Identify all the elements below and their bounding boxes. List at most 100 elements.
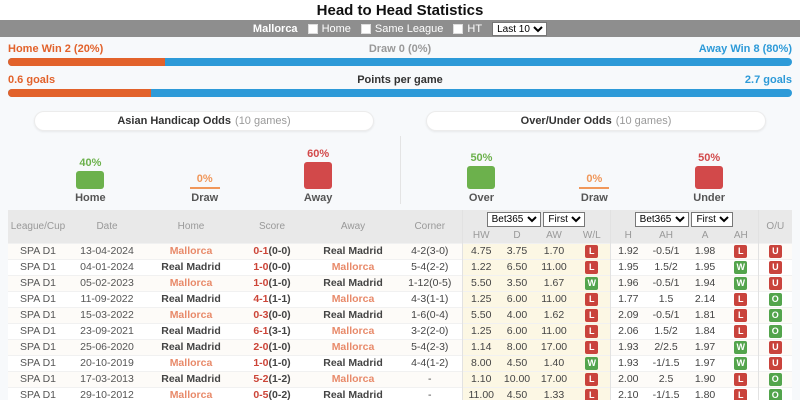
ah-line: -1/1.5 — [646, 355, 686, 371]
ah-result-cell: L — [724, 243, 758, 259]
over-under-cell: O — [758, 307, 792, 323]
home-win-odds: 5.50 — [462, 307, 500, 323]
bar-label: Over — [469, 192, 494, 204]
result-badge-l: L — [585, 309, 598, 322]
bar-over: 50%Over — [467, 152, 495, 204]
draw-odds: 4.00 — [500, 307, 534, 323]
points-per-game-label: Points per game — [269, 74, 530, 86]
home-goals-fill — [8, 89, 151, 97]
result-badge-l: L — [734, 293, 747, 306]
home-team-cell: Mallorca — [146, 243, 236, 259]
date-cell: 05-02-2023 — [68, 275, 146, 291]
home-team-cell: Mallorca — [146, 387, 236, 400]
ah-line: -0.5/1 — [646, 275, 686, 291]
fulltime-score: 6-1 — [253, 325, 268, 337]
draw-odds: 6.00 — [500, 291, 534, 307]
bar-label: Under — [693, 192, 725, 204]
match-row: SPA D111-09-2022Real Madrid4-1(1-1)Mallo… — [8, 291, 792, 307]
corner-cell: 4-3(1-1) — [398, 291, 462, 307]
date-cell: 23-09-2021 — [68, 323, 146, 339]
date-cell: 17-03-2013 — [68, 371, 146, 387]
odds-bookmaker-select[interactable]: Bet365 — [487, 212, 541, 227]
col-aw: AW — [534, 229, 574, 243]
bar-away: 60%Away — [304, 148, 333, 204]
ah-home-odds: 1.93 — [610, 339, 646, 355]
draw-odds: 8.00 — [500, 339, 534, 355]
checkbox-box[interactable] — [308, 24, 318, 34]
away-win-odds: 11.00 — [534, 291, 574, 307]
ah-home-odds: 2.00 — [610, 371, 646, 387]
result-badge-u: U — [769, 357, 782, 370]
date-cell: 25-06-2020 — [68, 339, 146, 355]
ah-bookmaker-select[interactable]: Bet365 — [635, 212, 689, 227]
away-team-cell: Real Madrid — [308, 355, 398, 371]
ah-home-odds: 1.93 — [610, 355, 646, 371]
col-date: Date — [68, 210, 146, 243]
halftime-score: (0-0) — [269, 261, 291, 273]
win-draw-away-labels: Home Win 2 (20%) Draw 0 (0%) Away Win 8 … — [8, 43, 792, 55]
halftime-score: (1-2) — [269, 373, 291, 385]
ah-away-odds: 1.98 — [686, 243, 724, 259]
away-win-odds: 1.33 — [534, 387, 574, 400]
home-team-cell: Mallorca — [146, 355, 236, 371]
last-10-select[interactable]: Last 10 — [492, 22, 547, 36]
league-cell: SPA D1 — [8, 355, 68, 371]
ah-result-cell: L — [724, 323, 758, 339]
over-under-odds-button[interactable]: Over/Under Odds (10 games) — [426, 111, 766, 131]
checkbox-home[interactable]: Home — [308, 23, 351, 35]
checkbox-same-league[interactable]: Same League — [361, 23, 444, 35]
ah-period-select[interactable]: First — [691, 212, 733, 227]
filter-checkboxes: Home Same League HT — [308, 23, 483, 35]
result-badge-l: L — [734, 309, 747, 322]
checkbox-box[interactable] — [361, 24, 371, 34]
match-row: SPA D117-03-2013Real Madrid5-2(1-2)Mallo… — [8, 371, 792, 387]
draw-odds: 4.50 — [500, 387, 534, 400]
points-ratio-bar — [8, 89, 792, 97]
home-team-cell: Real Madrid — [146, 339, 236, 355]
bar-home: 40%Home — [75, 157, 106, 204]
league-cell: SPA D1 — [8, 275, 68, 291]
asian-handicap-odds-button[interactable]: Asian Handicap Odds (10 games) — [34, 111, 374, 131]
home-win-fill — [8, 58, 165, 66]
checkbox-ht[interactable]: HT — [453, 23, 482, 35]
ah-line: 2.5 — [646, 371, 686, 387]
fulltime-score: 1-0 — [253, 261, 268, 273]
home-team-cell: Mallorca — [146, 307, 236, 323]
points-labels: 0.6 goals Points per game 2.7 goals — [8, 74, 792, 86]
home-team-cell: Mallorca — [146, 275, 236, 291]
ah-result-cell: L — [724, 387, 758, 400]
home-win-odds: 4.75 — [462, 243, 500, 259]
away-team-cell: Real Madrid — [308, 387, 398, 400]
result-badge-o: O — [769, 373, 782, 386]
ah-home-odds: 2.06 — [610, 323, 646, 339]
checkbox-box[interactable] — [453, 24, 463, 34]
bar-draw: 0%Draw — [190, 173, 220, 204]
win-loss-cell: L — [574, 371, 610, 387]
halftime-score: (1-0) — [269, 341, 291, 353]
bar-label: Draw — [191, 192, 218, 204]
league-cell: SPA D1 — [8, 259, 68, 275]
away-win-odds: 11.00 — [534, 259, 574, 275]
over-under-cell: U — [758, 275, 792, 291]
result-badge-u: U — [769, 277, 782, 290]
bar-column — [76, 171, 104, 189]
col-ah-result: AH — [724, 229, 758, 243]
away-win-label: Away Win 8 (80%) — [531, 43, 792, 55]
halftime-score: (1-0) — [269, 277, 291, 289]
col-home: Home — [146, 210, 236, 243]
halftime-score: (0-0) — [269, 309, 291, 321]
away-win-odds: 1.67 — [534, 275, 574, 291]
ah-away-odds: 1.80 — [686, 387, 724, 400]
result-badge-l: L — [585, 389, 598, 400]
home-goals-label: 0.6 goals — [8, 74, 269, 86]
checkbox-label: Home — [322, 23, 351, 35]
fulltime-score: 4-1 — [253, 293, 268, 305]
bar-label: Away — [304, 192, 333, 204]
ah-result-cell: W — [724, 275, 758, 291]
home-win-odds: 1.14 — [462, 339, 500, 355]
league-cell: SPA D1 — [8, 307, 68, 323]
win-loss-cell: L — [574, 339, 610, 355]
bar-draw: 0%Draw — [579, 173, 609, 204]
result-badge-l: L — [585, 245, 598, 258]
odds-period-select[interactable]: First — [543, 212, 585, 227]
